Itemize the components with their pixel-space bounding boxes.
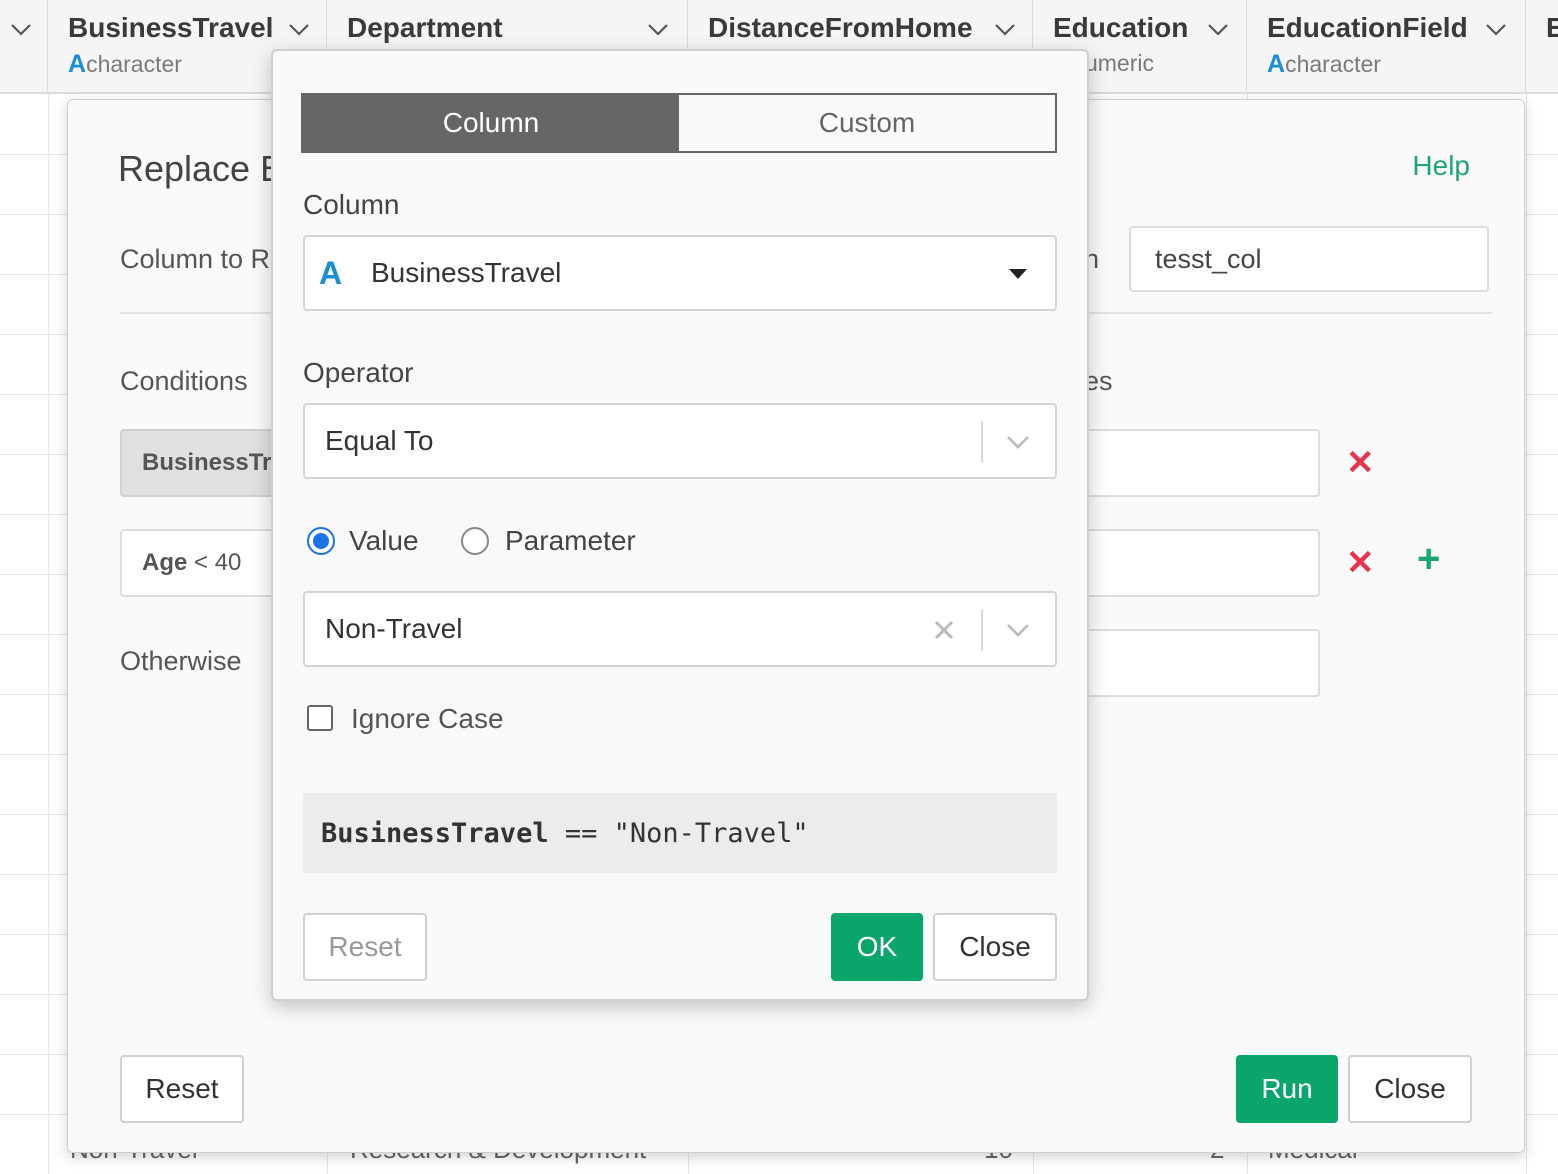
condition-value: 40 [214,549,242,576]
grid-column-stub[interactable] [0,0,48,94]
operator-select[interactable]: Equal To [303,403,1057,479]
operator-label: Operator [303,357,414,388]
chevron-down-icon[interactable] [286,16,312,42]
popover-close-button[interactable]: Close [933,913,1057,981]
help-link[interactable]: Help [1412,150,1470,182]
chevron-down-icon[interactable] [1483,16,1509,42]
ok-button[interactable]: OK [831,913,923,981]
column-name: DistanceFromHome [708,12,973,43]
chevron-down-icon[interactable] [8,16,34,42]
expression-rest: == "Non-Travel" [548,817,809,849]
parameter-radio[interactable] [461,527,489,555]
clear-icon[interactable] [933,619,955,641]
select-separator [981,421,983,463]
tab-custom[interactable]: Custom [679,95,1055,151]
mode-tabs: Column Custom [301,93,1057,153]
reset-button[interactable]: Reset [120,1055,244,1123]
character-type-icon: A [319,254,343,291]
run-button[interactable]: Run [1236,1055,1338,1123]
value-select-value: Non-Travel [325,613,463,644]
column-type: character [86,51,182,77]
column-select-value: BusinessTravel [371,257,562,288]
expression-preview: BusinessTravel == "Non-Travel" [303,793,1057,873]
chevron-down-icon[interactable] [1005,621,1031,639]
character-type-icon: A [68,50,87,78]
chevron-down-icon[interactable] [1005,433,1031,451]
value-radio[interactable] [307,527,335,555]
column-label: Column [303,189,400,220]
grid-column-next[interactable]: E [1526,0,1558,94]
chevron-down-icon[interactable] [992,16,1018,42]
close-button[interactable]: Close [1348,1055,1472,1123]
remove-condition-icon[interactable]: ✕ [1346,443,1375,483]
select-separator [981,609,983,651]
expression-column: BusinessTravel [321,817,549,849]
otherwise-value-input[interactable] [1084,629,1320,697]
condition-value-input-1[interactable] [1084,429,1320,497]
parameter-radio-label: Parameter [505,525,636,556]
condition-field: Age [142,549,188,576]
column-divider [48,94,49,1174]
column-name: E [1546,12,1558,43]
value-select[interactable]: Non-Travel [303,591,1057,667]
condition-operator: < [194,549,209,576]
column-select[interactable]: A BusinessTravel [303,235,1057,311]
condition-value-input-2[interactable] [1084,529,1320,597]
ignore-case-checkbox[interactable] [307,705,333,731]
add-condition-icon[interactable]: + [1417,537,1440,582]
remove-condition-icon[interactable]: ✕ [1346,543,1375,583]
popover-reset-button[interactable]: Reset [303,913,427,981]
condition-editor-popover: Column Custom Column A BusinessTravel Op… [271,49,1089,1001]
column-divider [1526,94,1527,1174]
tab-column[interactable]: Column [303,95,679,151]
grid-column-educationfield[interactable]: EducationField Acharacter [1247,0,1526,94]
column-name: Department [347,12,503,43]
character-type-icon: A [1267,50,1286,78]
conditions-label: Conditions [120,366,248,396]
otherwise-label: Otherwise [120,646,242,676]
new-column-name-input[interactable]: tesst_col [1129,226,1489,292]
chevron-down-icon[interactable] [1205,16,1231,42]
operator-select-value: Equal To [325,425,434,456]
value-radio-label: Value [349,525,419,556]
ignore-case-label: Ignore Case [351,703,504,734]
chevron-down-icon[interactable] [645,16,671,42]
column-type: character [1285,51,1381,77]
caret-down-icon[interactable] [1009,269,1027,279]
